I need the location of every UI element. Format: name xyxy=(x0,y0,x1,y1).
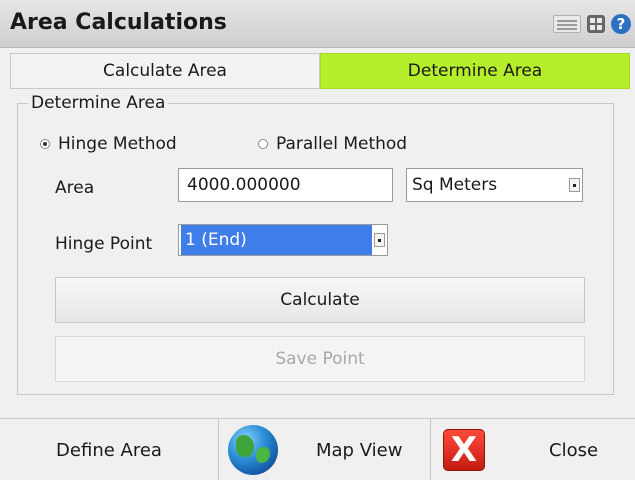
close-button[interactable]: X Close xyxy=(431,419,635,480)
area-input[interactable]: 4000.000000 xyxy=(178,168,393,202)
define-area-button[interactable]: Define Area xyxy=(0,419,218,480)
hinge-point-value: 1 (End) xyxy=(181,225,372,255)
help-icon[interactable]: ? xyxy=(611,14,631,34)
dropdown-arrow-icon[interactable] xyxy=(569,178,580,192)
dropdown-arrow-icon[interactable] xyxy=(374,233,385,247)
hinge-method-label: Hinge Method xyxy=(58,134,177,154)
units-value: Sq Meters xyxy=(412,175,498,195)
area-label: Area xyxy=(55,178,95,198)
close-icon: X xyxy=(443,429,485,471)
tab-bar: Calculate Area Determine Area xyxy=(10,53,630,89)
title-bar-icons: ? xyxy=(553,14,631,34)
save-point-button[interactable]: Save Point xyxy=(55,336,585,382)
close-label: Close xyxy=(549,439,599,461)
units-select[interactable]: Sq Meters xyxy=(406,168,583,202)
map-view-label: Map View xyxy=(316,439,403,461)
hinge-point-select[interactable]: 1 (End) xyxy=(178,224,388,256)
radio-selected-icon[interactable] xyxy=(40,139,50,149)
hinge-point-label: Hinge Point xyxy=(55,234,153,254)
parallel-method-radio[interactable]: Parallel Method xyxy=(258,134,407,154)
hinge-method-radio[interactable]: Hinge Method xyxy=(40,134,177,154)
area-value: 4000.000000 xyxy=(187,175,301,195)
parallel-method-label: Parallel Method xyxy=(276,134,408,154)
keyboard-icon[interactable] xyxy=(553,15,581,33)
tab-calculate-area[interactable]: Calculate Area xyxy=(10,53,320,89)
title-bar: Area Calculations ? xyxy=(0,0,635,48)
globe-icon xyxy=(228,425,278,475)
radio-unselected-icon[interactable] xyxy=(258,139,268,149)
group-legend: Determine Area xyxy=(28,93,169,113)
bottom-toolbar: Define Area Map View X Close xyxy=(0,418,635,480)
grid-icon[interactable] xyxy=(587,15,605,33)
calculate-button[interactable]: Calculate xyxy=(55,277,585,323)
tab-determine-area[interactable]: Determine Area xyxy=(320,53,630,89)
define-area-label: Define Area xyxy=(56,439,162,461)
window-title: Area Calculations xyxy=(10,10,227,35)
map-view-button[interactable]: Map View xyxy=(219,419,430,480)
